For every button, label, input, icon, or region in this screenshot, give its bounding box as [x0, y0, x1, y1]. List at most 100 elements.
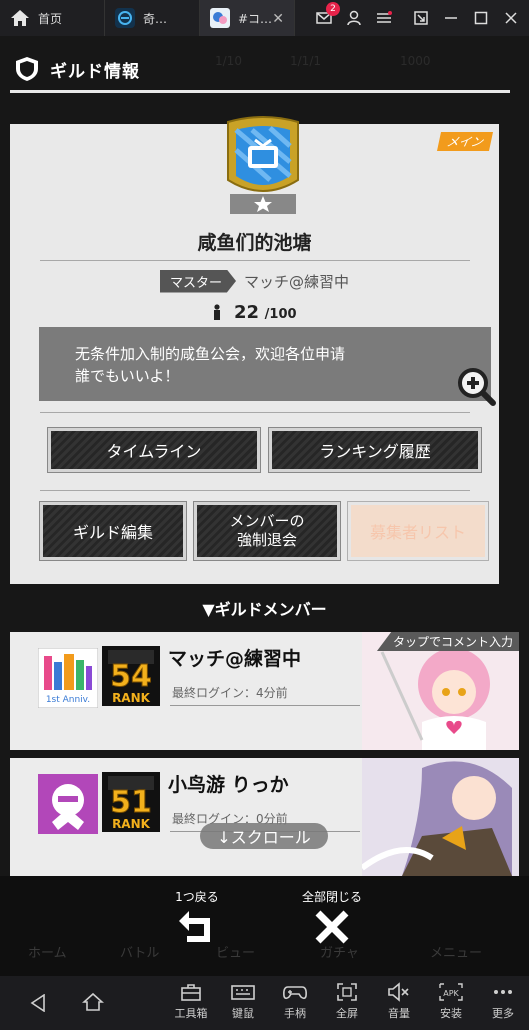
menu-button[interactable]	[372, 6, 396, 30]
guild-description: 无条件加入制的咸鱼公会，欢迎各位申请 誰でもいいよ！	[39, 327, 491, 401]
close-icon	[505, 12, 517, 24]
divider	[170, 705, 360, 706]
anniversary-avatar-icon: 1st Anniv.	[38, 648, 98, 708]
toolbox-button[interactable]: 工具箱	[168, 982, 214, 1021]
more-button[interactable]: 更多	[480, 982, 526, 1021]
gamepad-label: 手柄	[284, 1007, 306, 1020]
close-all-button[interactable]: 全部閉じる	[290, 888, 374, 950]
page-title: ギルド情報	[50, 62, 140, 82]
character-portrait	[362, 758, 519, 876]
user-button[interactable]	[342, 6, 366, 30]
member-name: 小鸟游 りっか	[168, 774, 289, 796]
main-guild-badge: メイン	[436, 132, 494, 151]
maximize-button[interactable]	[469, 6, 493, 30]
tab-app[interactable]: 奇…	[105, 0, 200, 36]
undo-icon	[179, 911, 210, 942]
shrink-icon	[414, 11, 428, 25]
rank-number: 54	[110, 659, 152, 694]
fullscreen-button[interactable]: 全屏	[324, 982, 370, 1021]
tab-game[interactable]: #コ… ✕	[200, 0, 295, 36]
apk-icon: APK	[439, 983, 463, 1001]
master-label: マスター	[160, 269, 237, 293]
rank-badge: 51 RANK	[102, 772, 160, 832]
close-tab-icon[interactable]: ✕	[272, 11, 284, 27]
volume-icon	[388, 982, 409, 1002]
restore-button[interactable]	[409, 6, 433, 30]
scroll-hint[interactable]: ↓スクロール	[200, 823, 328, 849]
avatar-caption: 1st Anniv.	[46, 695, 90, 705]
close-all-icon	[315, 910, 349, 944]
toolbox-label: 工具箱	[174, 1007, 208, 1020]
recruit-list-button[interactable]: 募集者リスト	[347, 501, 489, 561]
force-kick-line: 強制退会	[236, 531, 297, 549]
volume-label: 音量	[388, 1007, 410, 1020]
ranking-history-button[interactable]: ランキング履歴	[268, 427, 482, 473]
gamepad-icon	[283, 986, 307, 1000]
keyboard-button[interactable]: 键鼠	[220, 982, 266, 1021]
back-label: 1つ戻る	[175, 890, 219, 904]
close-window-button[interactable]	[499, 6, 523, 30]
member-row[interactable]: 1st Anniv. 54 RANK マッチ@練習中 最終ログイン：4分前 タッ…	[10, 632, 519, 750]
install-apk-button[interactable]: APK 安装	[428, 982, 474, 1021]
fullscreen-icon	[337, 983, 357, 1001]
member-count: 22 /100	[10, 302, 499, 323]
mail-badge: 2	[326, 2, 340, 16]
rank-label: RANK	[112, 817, 151, 831]
emulator-toolbar: 工具箱 键鼠 手柄 全屏 音量 APK 安装 更多	[0, 976, 529, 1030]
svg-text:APK: APK	[443, 989, 459, 998]
zoom-in-icon[interactable]	[456, 366, 496, 406]
window-controls: 2	[309, 0, 529, 36]
keyboard-icon	[231, 985, 255, 1000]
guild-info-header: ギルド情報	[0, 50, 529, 93]
bottom-overlay: ホーム バトル ビュー ガチャ メニュー 1つ戻る 全部閉じる	[0, 876, 529, 976]
divider	[40, 490, 470, 491]
header-divider	[10, 90, 510, 93]
back-button[interactable]: 1つ戻る	[160, 888, 234, 948]
mail-button[interactable]: 2	[312, 2, 340, 30]
rank-label: RANK	[112, 691, 151, 705]
timeline-button[interactable]: タイムライン	[47, 427, 261, 473]
member-row[interactable]: 51 RANK 小鸟游 りっか 最終ログイン：0分前	[10, 758, 519, 876]
force-kick-button[interactable]: メンバーの 強制退会	[193, 501, 341, 561]
tab-game-label: #コ…	[238, 11, 273, 26]
emulator-window: 首页 奇… #コ… ✕ 2 1/10 1/1/1 1000 ギルド情報 メイン …	[0, 0, 529, 1030]
person-icon	[214, 304, 221, 320]
fullscreen-label: 全屏	[336, 1007, 358, 1020]
minimize-button[interactable]	[439, 6, 463, 30]
guild-card: メイン 咸鱼们的池塘 マスター マッチ@練習中 22 /100 无条件加入制的咸…	[10, 116, 499, 584]
volume-button[interactable]: 音量	[376, 982, 422, 1021]
divider	[40, 260, 470, 261]
member-count-current: 22	[234, 302, 260, 323]
install-label: 安装	[440, 1007, 462, 1020]
dim-nav-item: ホーム	[28, 946, 67, 961]
home-nav-icon[interactable]	[82, 992, 104, 1012]
tab-bar: 首页 奇… #コ… ✕ 2	[0, 0, 529, 36]
user-icon	[347, 10, 361, 26]
back-nav-icon[interactable]	[30, 994, 46, 1012]
menu-icon	[377, 11, 392, 23]
master-name: マッチ@練習中	[244, 272, 350, 291]
rank-badge: 54 RANK	[102, 646, 160, 706]
tab-home[interactable]: 首页	[0, 0, 105, 36]
member-count-max: /100	[264, 307, 297, 322]
guild-emblem-icon	[227, 116, 299, 214]
force-kick-line: メンバーの	[229, 512, 305, 530]
tab-app-label: 奇…	[143, 11, 168, 26]
comment-input-tag[interactable]: タップでコメント入力	[376, 632, 519, 651]
gamepad-button[interactable]: 手柄	[272, 982, 318, 1021]
guild-members-heading: ▼ギルドメンバー	[202, 600, 327, 619]
guild-edit-button[interactable]: ギルド編集	[39, 501, 187, 561]
rank-badge-icon: 51 RANK	[102, 772, 160, 832]
tab-home-label: 首页	[38, 11, 63, 26]
keyboard-label: 键鼠	[232, 1007, 254, 1020]
last-login: 最終ログイン：4分前	[172, 686, 288, 700]
maximize-icon	[474, 11, 488, 25]
member-name: マッチ@練習中	[168, 648, 302, 670]
description-line: 誰でもいいよ！	[75, 367, 180, 385]
game-icon	[210, 8, 230, 28]
description-line: 无条件加入制的咸鱼公会，欢迎各位申请	[75, 345, 346, 363]
app-icon	[115, 8, 135, 28]
member-avatar-icon	[38, 774, 98, 834]
game-viewport: 1/10 1/1/1 1000 ギルド情報 メイン 咸鱼们的池塘 マスター マッ…	[0, 36, 529, 976]
rank-badge-icon: 54 RANK	[102, 646, 160, 706]
